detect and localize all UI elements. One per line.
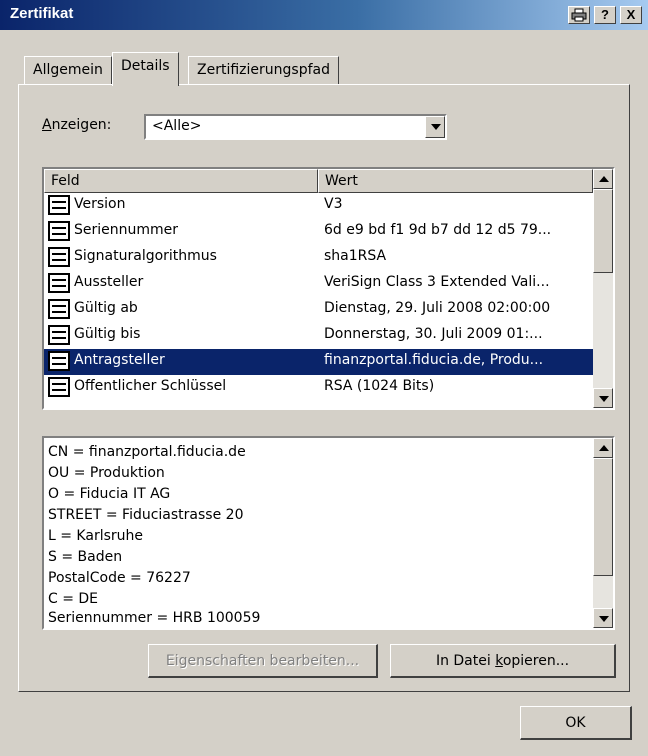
field-icon	[48, 273, 70, 293]
table-row[interactable]: Version V3	[44, 193, 593, 219]
copy-to-file-label-pre: In Datei	[435, 653, 496, 669]
scroll-thumb[interactable]	[593, 458, 613, 576]
tab-details[interactable]: Details	[112, 52, 179, 86]
copy-to-file-button[interactable]: In Datei kopieren...	[390, 644, 616, 678]
row-field: Antragsteller	[74, 352, 165, 368]
field-icon	[48, 195, 70, 215]
scroll-down-icon[interactable]	[593, 608, 613, 628]
table-row[interactable]: Gültig ab Dienstag, 29. Juli 2008 02:00:…	[44, 297, 593, 323]
show-label-text: nzeigen:	[51, 117, 112, 133]
detail-line: O = Fiducia IT AG	[48, 486, 171, 502]
detail-line: C = DE	[48, 591, 99, 607]
column-header-field[interactable]: Feld	[44, 169, 318, 193]
print-icon[interactable]	[568, 6, 590, 24]
row-field: Version	[74, 196, 126, 212]
close-button[interactable]: X	[620, 6, 642, 24]
table-row[interactable]: Aussteller VeriSign Class 3 Extended Val…	[44, 271, 593, 297]
show-label: Anzeigen:	[42, 117, 111, 133]
detail-scrollbar[interactable]	[593, 438, 613, 628]
field-icon	[48, 221, 70, 241]
show-select-value: <Alle>	[152, 118, 202, 134]
row-value: sha1RSA	[324, 248, 387, 264]
scroll-down-icon[interactable]	[593, 388, 613, 408]
column-header-value[interactable]: Wert	[318, 169, 593, 193]
table-row[interactable]: Gültig bis Donnerstag, 30. Juli 2009 01:…	[44, 323, 593, 349]
field-icon	[48, 247, 70, 267]
detail-line: S = Baden	[48, 549, 123, 565]
detail-line: STREET = Fiduciastrasse 20	[48, 507, 244, 523]
copy-to-file-label-post: opieren...	[502, 653, 570, 669]
show-select[interactable]: <Alle>	[144, 114, 447, 140]
list-scrollbar[interactable]	[593, 169, 613, 408]
row-field: Gültig ab	[74, 300, 138, 316]
scroll-up-icon[interactable]	[593, 438, 613, 458]
detail-line: L = Karlsruhe	[48, 528, 143, 544]
window-title: Zertifikat	[10, 5, 74, 22]
field-icon	[48, 377, 70, 397]
scroll-thumb[interactable]	[593, 189, 613, 273]
field-icon	[48, 325, 70, 345]
help-button[interactable]: ?	[594, 6, 616, 24]
row-value: Donnerstag, 30. Juli 2009 01:...	[324, 326, 543, 342]
row-field: Seriennummer	[74, 222, 179, 238]
chevron-down-icon[interactable]	[425, 116, 445, 138]
field-icon	[48, 299, 70, 319]
copy-to-file-label-key: k	[495, 653, 503, 669]
row-value: VeriSign Class 3 Extended Vali...	[324, 274, 550, 290]
scroll-up-icon[interactable]	[593, 169, 613, 189]
tab-allgemein[interactable]: Allgemein	[24, 56, 112, 84]
table-row[interactable]: Öffentlicher Schlüssel RSA (1024 Bits)	[44, 375, 593, 401]
row-value: Dienstag, 29. Juli 2008 02:00:00	[324, 300, 551, 316]
tab-zertifizierungspfad[interactable]: Zertifizierungspfad	[188, 56, 339, 84]
detail-line: OU = Produktion	[48, 465, 165, 481]
row-value: RSA (1024 Bits)	[324, 378, 435, 394]
row-value: V3	[324, 196, 343, 212]
row-value: 6d e9 bd f1 9d b7 dd 12 d5 79...	[324, 222, 552, 238]
field-icon	[48, 351, 70, 371]
row-field: Aussteller	[74, 274, 144, 290]
ok-button[interactable]: OK	[520, 706, 632, 740]
show-label-accesskey: A	[42, 117, 52, 133]
row-field: Signaturalgorithmus	[74, 248, 217, 264]
fields-list[interactable]: Feld Wert Version V3 Seriennummer 6d e9 …	[42, 167, 615, 410]
row-field: Öffentlicher Schlüssel	[74, 378, 227, 394]
row-value: finanzportal.fiducia.de, Produ...	[324, 352, 544, 368]
detail-line: Seriennummer = HRB 100059	[48, 610, 261, 626]
detail-line: CN = finanzportal.fiducia.de	[48, 444, 246, 460]
detail-line: PostalCode = 76227	[48, 570, 191, 586]
table-row-selected[interactable]: Antragsteller finanzportal.fiducia.de, P…	[44, 349, 593, 375]
row-field: Gültig bis	[74, 326, 141, 342]
table-row[interactable]: Signaturalgorithmus sha1RSA	[44, 245, 593, 271]
field-detail-textbox[interactable]: CN = finanzportal.fiducia.de OU = Produk…	[42, 436, 615, 630]
title-bar[interactable]	[0, 0, 648, 30]
table-row[interactable]: Seriennummer 6d e9 bd f1 9d b7 dd 12 d5 …	[44, 219, 593, 245]
edit-properties-button[interactable]: Eigenschaften bearbeiten...	[148, 644, 378, 678]
